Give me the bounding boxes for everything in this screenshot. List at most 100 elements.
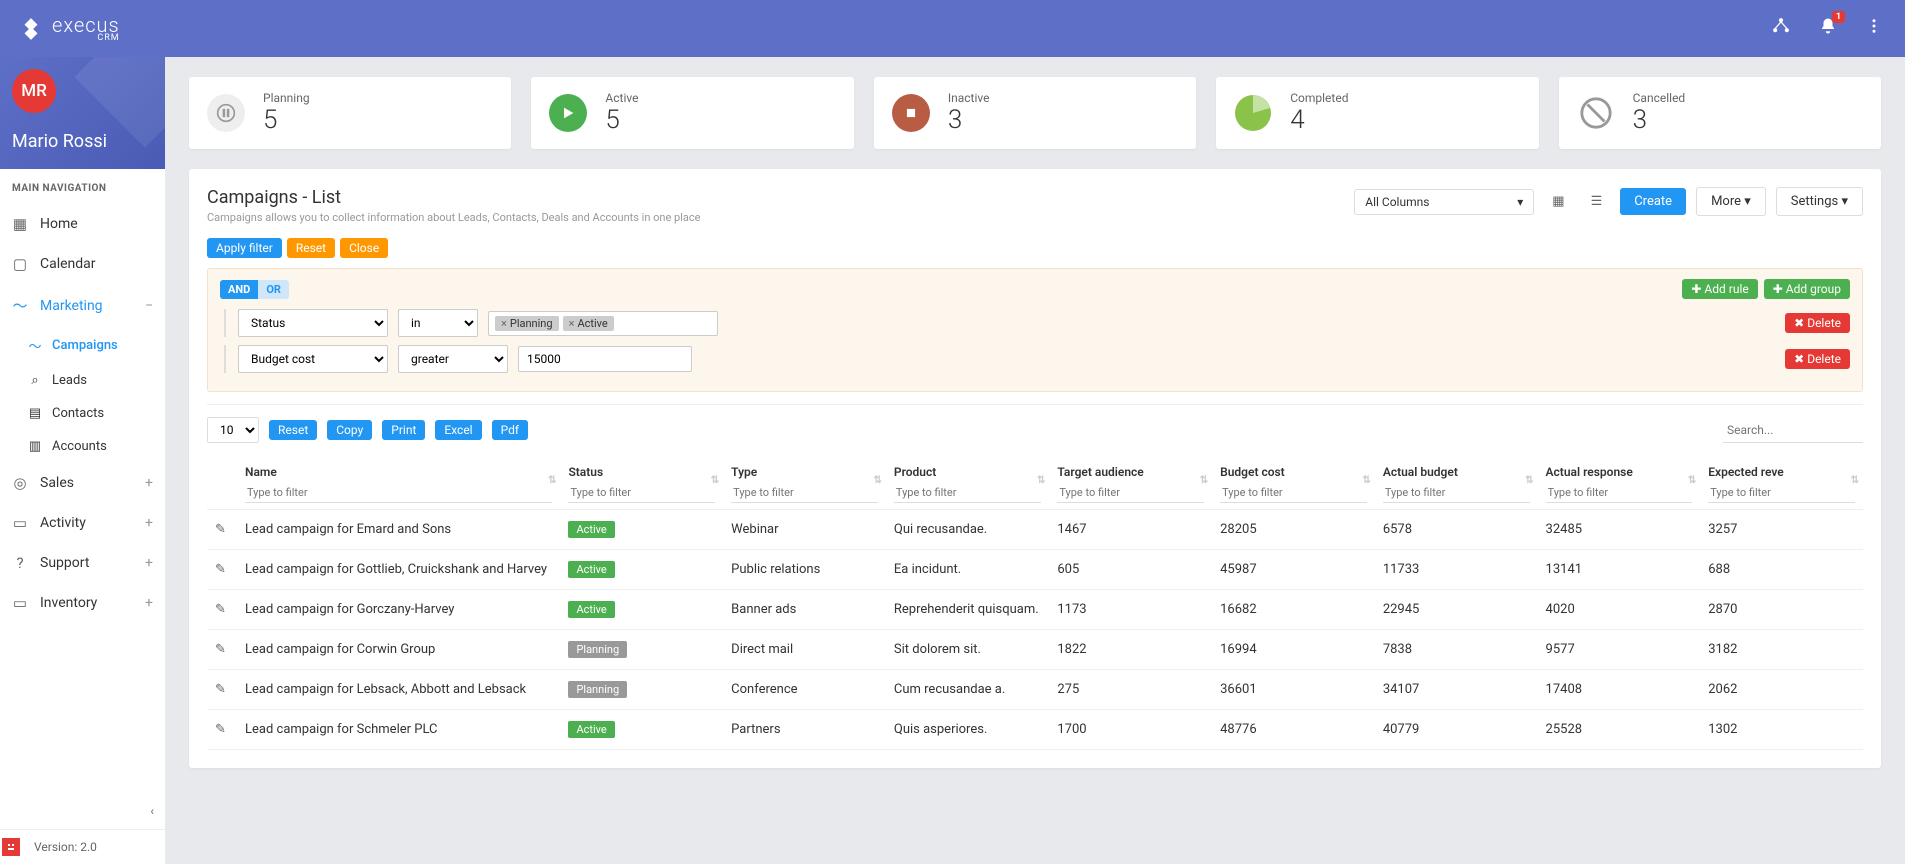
col-filter-type[interactable]: [731, 483, 878, 503]
filter-icon[interactable]: ☰: [1583, 188, 1611, 215]
view-grid-icon[interactable]: ▦: [1544, 188, 1572, 215]
add-rule-button[interactable]: ✚ Add rule: [1682, 279, 1757, 299]
settings-button[interactable]: Settings ▾: [1776, 187, 1863, 216]
card-active[interactable]: Active5: [531, 77, 853, 149]
nav-inventory[interactable]: ▭Inventory+: [0, 583, 165, 623]
cell-name: Lead campaign for Lebsack, Abbott and Le…: [237, 670, 560, 710]
notif-badge: 1: [1832, 11, 1845, 23]
col-filter-status[interactable]: [568, 483, 715, 503]
cell-expected-revenue: 1302: [1700, 710, 1863, 750]
cell-target: 275: [1049, 670, 1212, 710]
logic-toggle[interactable]: AND OR: [220, 280, 289, 299]
apply-filter-button[interactable]: Apply filter: [207, 238, 282, 258]
edit-icon[interactable]: ✎: [215, 682, 226, 697]
table-search-input[interactable]: [1723, 418, 1863, 443]
col-target[interactable]: Target audience⇅: [1049, 455, 1212, 510]
nav-campaigns[interactable]: 〜Campaigns: [0, 327, 165, 364]
status-badge: Active: [568, 521, 614, 538]
table-row[interactable]: ✎ Lead campaign for Gottlieb, Cruickshan…: [207, 550, 1863, 590]
edit-icon[interactable]: ✎: [215, 642, 226, 657]
col-expected-revenue[interactable]: Expected reve⇅: [1700, 455, 1863, 510]
sort-icon: ⇅: [874, 475, 882, 486]
rule-op-select[interactable]: greater: [398, 345, 508, 373]
col-status[interactable]: Status⇅: [560, 455, 723, 510]
table-row[interactable]: ✎ Lead campaign for Gorczany-Harvey Acti…: [207, 590, 1863, 630]
table-reset-button[interactable]: Reset: [269, 420, 317, 440]
col-product[interactable]: Product⇅: [886, 455, 1049, 510]
edit-icon[interactable]: ✎: [215, 562, 226, 577]
table-row[interactable]: ✎ Lead campaign for Corwin Group Plannin…: [207, 630, 1863, 670]
chip-active[interactable]: ×Active: [563, 316, 614, 331]
excel-button[interactable]: Excel: [435, 420, 481, 440]
stop-icon: [892, 94, 930, 132]
share-icon[interactable]: [1771, 16, 1791, 41]
nav-marketing[interactable]: 〜Marketing−: [0, 284, 165, 327]
columns-select[interactable]: All Columns▾: [1354, 189, 1534, 215]
nav-leads[interactable]: ⌕Leads: [0, 364, 165, 397]
pdf-button[interactable]: Pdf: [492, 420, 528, 440]
nav-calendar[interactable]: ▢Calendar: [0, 244, 165, 284]
card-inactive[interactable]: Inactive3: [874, 77, 1196, 149]
version-label: Version: 2.0: [34, 840, 97, 854]
panel-actions: All Columns▾ ▦ ☰ Create More ▾ Settings …: [1354, 187, 1863, 216]
avatar[interactable]: MR: [12, 69, 56, 113]
logic-and[interactable]: AND: [220, 280, 258, 299]
reset-filter-button[interactable]: Reset: [287, 238, 335, 258]
col-filter-product[interactable]: [894, 483, 1041, 503]
delete-rule-button[interactable]: ✖ Delete: [1785, 313, 1850, 333]
nav-sales[interactable]: ◎Sales+: [0, 463, 165, 503]
more-button[interactable]: More ▾: [1696, 187, 1766, 216]
col-type[interactable]: Type⇅: [723, 455, 886, 510]
edit-icon[interactable]: ✎: [215, 522, 226, 537]
rule-field-select[interactable]: Status: [238, 309, 388, 337]
table-row[interactable]: ✎ Lead campaign for Emard and Sons Activ…: [207, 510, 1863, 550]
collapse-sidebar-button[interactable]: ‹: [144, 798, 160, 824]
nav-accounts[interactable]: ▥Accounts: [0, 430, 165, 463]
nav-home[interactable]: ▦Home: [0, 204, 165, 244]
nav-activity[interactable]: ▭Activity+: [0, 503, 165, 543]
cell-actual-budget: 6578: [1375, 510, 1538, 550]
edit-icon[interactable]: ✎: [215, 722, 226, 737]
col-name[interactable]: Name⇅: [237, 455, 560, 510]
cell-expected-revenue: 2870: [1700, 590, 1863, 630]
table-row[interactable]: ✎ Lead campaign for Schmeler PLC Active …: [207, 710, 1863, 750]
col-filter-name[interactable]: [245, 483, 552, 503]
copy-button[interactable]: Copy: [327, 420, 372, 440]
cell-product: Reprehenderit quisquam.: [886, 590, 1049, 630]
col-filter-actualr[interactable]: [1546, 483, 1693, 503]
topbar: execus CRM 1: [0, 0, 1905, 57]
col-budget[interactable]: Budget cost⇅: [1212, 455, 1375, 510]
sidebar-header: MR Mario Rossi: [0, 57, 165, 169]
add-group-button[interactable]: ✚ Add group: [1764, 279, 1850, 299]
logo[interactable]: execus CRM: [10, 15, 120, 43]
rule-value-chips[interactable]: ×Planning ×Active: [488, 311, 718, 336]
chip-planning[interactable]: ×Planning: [495, 316, 559, 331]
nav-contacts[interactable]: ▤Contacts: [0, 397, 165, 430]
cell-status: Planning: [560, 630, 723, 670]
close-filter-button[interactable]: Close: [340, 238, 388, 258]
nav-support[interactable]: ?Support+: [0, 543, 165, 583]
col-filter-budget[interactable]: [1220, 483, 1367, 503]
col-filter-target[interactable]: [1057, 483, 1204, 503]
cell-actual-response: 13141: [1538, 550, 1701, 590]
col-filter-actualb[interactable]: [1383, 483, 1530, 503]
bell-icon[interactable]: 1: [1819, 17, 1837, 40]
rule-field-select[interactable]: Budget cost: [238, 345, 388, 373]
edit-icon[interactable]: ✎: [215, 602, 226, 617]
rule-op-select[interactable]: in: [398, 309, 478, 337]
table-row[interactable]: ✎ Lead campaign for Lebsack, Abbott and …: [207, 670, 1863, 710]
print-button[interactable]: Print: [382, 420, 425, 440]
col-filter-expected[interactable]: [1708, 483, 1855, 503]
delete-rule-button[interactable]: ✖ Delete: [1785, 349, 1850, 369]
card-planning[interactable]: Planning5: [189, 77, 511, 149]
logic-or[interactable]: OR: [258, 280, 289, 299]
col-actual-budget[interactable]: Actual budget⇅: [1375, 455, 1538, 510]
more-vert-icon[interactable]: [1865, 17, 1883, 40]
rule-value-input[interactable]: [518, 346, 692, 372]
col-actual-response[interactable]: Actual response⇅: [1538, 455, 1701, 510]
card-cancelled[interactable]: Cancelled3: [1559, 77, 1881, 149]
card-completed[interactable]: Completed4: [1216, 77, 1538, 149]
page-size-select[interactable]: 10: [207, 417, 259, 443]
create-button[interactable]: Create: [1620, 188, 1686, 215]
cell-type: Webinar: [723, 510, 886, 550]
